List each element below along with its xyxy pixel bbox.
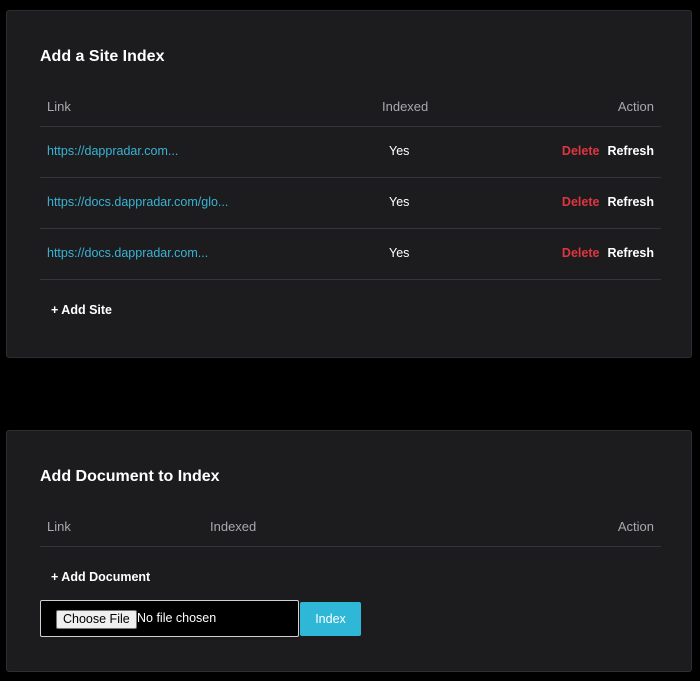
column-header-link: Link [47,99,71,114]
indexed-status: Yes [389,144,410,158]
file-input[interactable]: Choose File No file chosen [40,600,299,637]
indexed-status: Yes [389,195,410,209]
table-row: https://docs.dappradar.com... Yes Delete… [40,229,661,280]
site-index-table: Link Indexed Action https://dappradar.co… [40,90,661,280]
add-site-button[interactable]: + Add Site [51,303,112,317]
row-actions: Delete Refresh [562,195,654,209]
table-row: https://dappradar.com... Yes Delete Refre… [40,127,661,178]
delete-button[interactable]: Delete [562,246,600,260]
table-header: Link Indexed Action [40,510,661,547]
document-index-table: Link Indexed Action [40,510,661,547]
site-index-panel: Add a Site Index Link Indexed Action htt… [6,10,692,358]
column-header-action: Action [617,519,654,534]
site-link[interactable]: https://docs.dappradar.com/glo... [47,195,228,209]
column-header-indexed: Indexed [210,519,257,534]
delete-button[interactable]: Delete [562,144,600,158]
row-actions: Delete Refresh [562,144,654,158]
site-index-title: Add a Site Index [40,48,165,65]
refresh-button[interactable]: Refresh [607,144,654,158]
file-status: No file chosen [137,611,217,625]
delete-button[interactable]: Delete [562,195,600,209]
indexed-status: Yes [389,246,410,260]
table-row: https://docs.dappradar.com/glo... Yes De… [40,178,661,229]
column-header-indexed: Indexed [382,99,429,114]
site-link[interactable]: https://docs.dappradar.com... [47,246,208,260]
site-link[interactable]: https://dappradar.com... [47,144,178,158]
refresh-button[interactable]: Refresh [607,195,654,209]
document-index-title: Add Document to Index [40,468,220,485]
column-header-action: Action [617,99,654,114]
row-actions: Delete Refresh [562,246,654,260]
column-header-link: Link [47,519,71,534]
table-header: Link Indexed Action [40,90,661,127]
index-button[interactable]: Index [300,602,361,636]
add-document-button[interactable]: + Add Document [51,570,150,584]
document-index-panel: Add Document to Index Link Indexed Actio… [6,430,692,672]
refresh-button[interactable]: Refresh [607,246,654,260]
choose-file-button[interactable]: Choose File [56,610,137,629]
